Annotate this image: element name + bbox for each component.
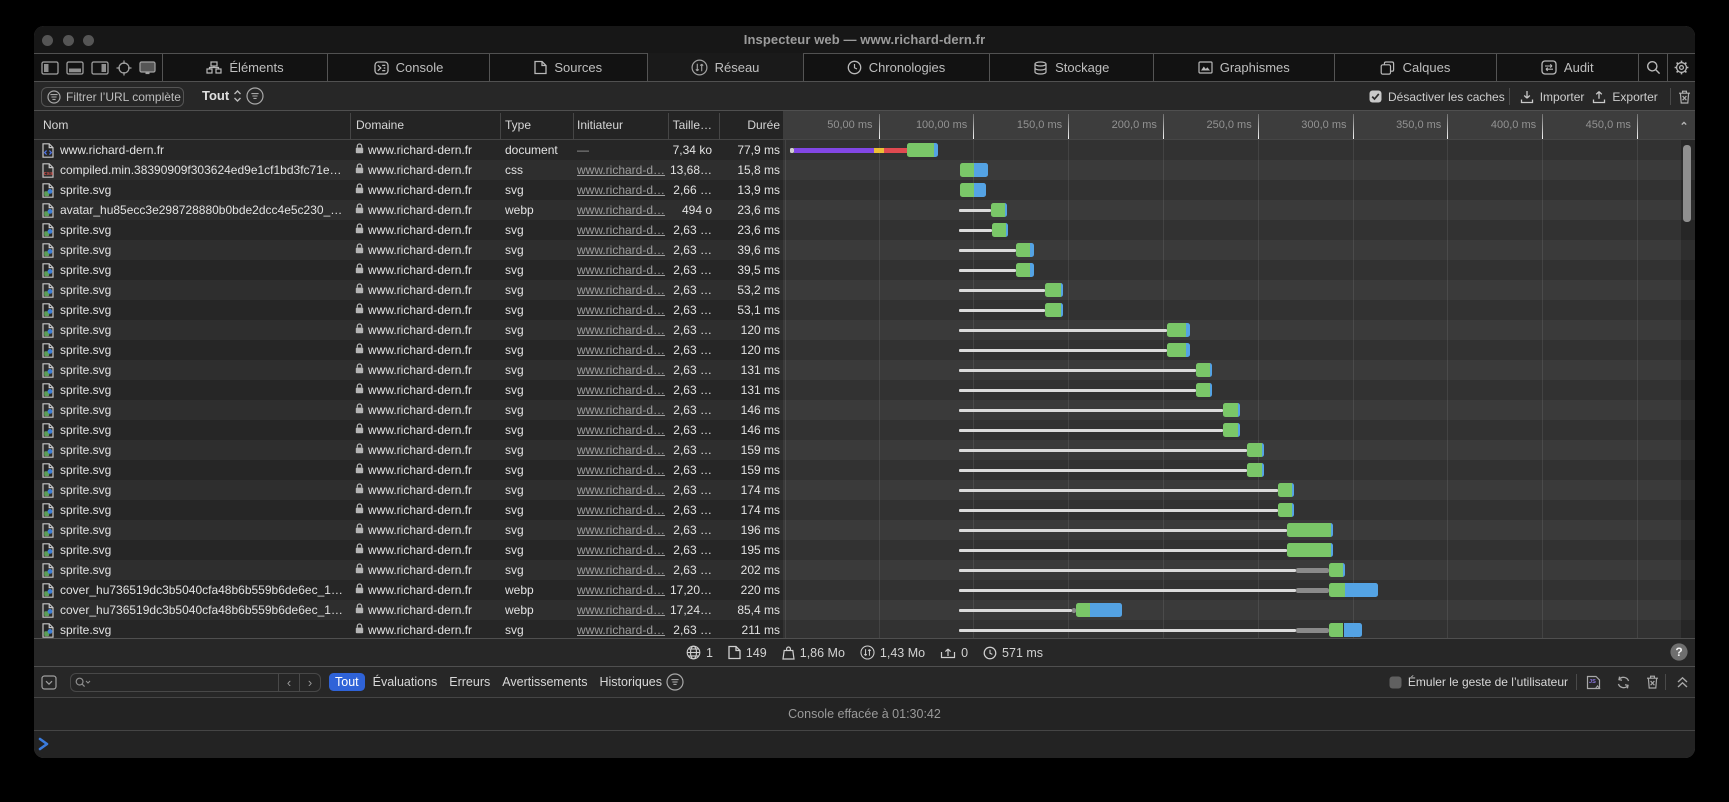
svg-text:css: css [44,171,54,177]
svg-text:?: ? [1675,645,1682,659]
svg-text:JS: JS [1589,679,1596,685]
